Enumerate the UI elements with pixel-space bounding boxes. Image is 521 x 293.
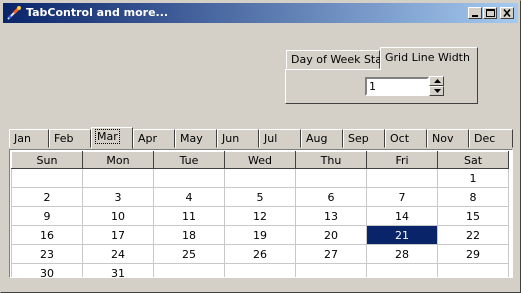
calendar-empty-cell[interactable] bbox=[295, 263, 367, 277]
tab-month-mar[interactable]: Mar bbox=[91, 127, 133, 149]
tab-month-feb[interactable]: Feb bbox=[49, 129, 91, 148]
title-bar[interactable]: TabControl and more... bbox=[3, 3, 518, 23]
day-of-week-header: Sun Mon Tue Wed Thu Fri Sat bbox=[11, 151, 509, 169]
calendar-week-row: 16 17 18 19 20 21 22 bbox=[11, 225, 509, 245]
month-tab-label: Apr bbox=[138, 132, 158, 145]
close-button[interactable] bbox=[500, 7, 514, 19]
month-tab-label: May bbox=[180, 132, 203, 145]
maximize-icon bbox=[486, 9, 495, 17]
calendar-day-cell[interactable]: 28 bbox=[366, 244, 438, 264]
tab-month-oct[interactable]: Oct bbox=[385, 129, 427, 148]
column-header-thu: Thu bbox=[295, 151, 367, 169]
calendar-day-cell[interactable]: 29 bbox=[437, 244, 509, 264]
month-tab-label: Jan bbox=[14, 132, 31, 145]
calendar-day-cell[interactable]: 30 bbox=[11, 263, 83, 277]
calendar-empty-cell[interactable] bbox=[11, 168, 83, 188]
arrow-down-icon bbox=[434, 89, 441, 93]
month-tab-label: Nov bbox=[432, 132, 454, 145]
column-header-sat: Sat bbox=[437, 151, 509, 169]
calendar-day-cell[interactable]: 1 bbox=[437, 168, 509, 188]
calendar-week-row: 30 31 bbox=[11, 263, 509, 277]
month-tab-label: Sep bbox=[348, 132, 369, 145]
minimize-button[interactable] bbox=[468, 7, 482, 19]
calendar-week-row: 1 bbox=[11, 168, 509, 188]
calendar-day-cell[interactable]: 19 bbox=[224, 225, 296, 245]
column-header-wed: Wed bbox=[224, 151, 296, 169]
calendar-day-cell[interactable]: 2 bbox=[11, 187, 83, 207]
month-tab-label: Oct bbox=[390, 132, 410, 145]
calendar-empty-cell[interactable] bbox=[153, 168, 225, 188]
month-tab-label: Feb bbox=[54, 132, 74, 145]
calendar-week-row: 23 24 25 26 27 28 29 bbox=[11, 244, 509, 264]
tab-month-nov[interactable]: Nov bbox=[427, 129, 469, 148]
app-window: TabControl and more... Day of Week Start… bbox=[0, 0, 521, 293]
calendar-empty-cell[interactable] bbox=[224, 168, 296, 188]
column-header-sun: Sun bbox=[11, 151, 83, 169]
calendar-week-row: 2345678 bbox=[11, 187, 509, 207]
calendar-day-cell[interactable]: 10 bbox=[82, 206, 154, 226]
tab-month-dec[interactable]: Dec bbox=[469, 129, 513, 148]
window-title: TabControl and more... bbox=[26, 6, 169, 19]
calendar-day-cell[interactable]: 22 bbox=[437, 225, 509, 245]
calendar-day-cell[interactable]: 24 bbox=[82, 244, 154, 264]
month-tab-label: Jun bbox=[222, 132, 240, 145]
calendar-day-cell[interactable]: 14 bbox=[366, 206, 438, 226]
calendar-day-cell[interactable]: 26 bbox=[224, 244, 296, 264]
tab-grid-line-width[interactable]: Grid Line Width bbox=[380, 47, 478, 70]
tab-month-may[interactable]: May bbox=[175, 129, 217, 148]
calendar-empty-cell[interactable] bbox=[437, 263, 509, 277]
close-icon bbox=[503, 8, 511, 18]
calendar-day-cell[interactable]: 16 bbox=[11, 225, 83, 245]
calendar-empty-cell[interactable] bbox=[224, 263, 296, 277]
calendar-day-cell[interactable]: 3 bbox=[82, 187, 154, 207]
app-icon bbox=[7, 6, 21, 20]
calendar-day-cell[interactable]: 17 bbox=[82, 225, 154, 245]
calendar-empty-cell[interactable] bbox=[366, 263, 438, 277]
calendar-day-cell[interactable]: 4 bbox=[153, 187, 225, 207]
tab-month-jan[interactable]: Jan bbox=[9, 129, 49, 148]
month-tab-label: Dec bbox=[474, 132, 496, 145]
calendar-grid: Sun Mon Tue Wed Thu Fri Sat 1 2 3 4 5 6 7 8 9 10 11 12 13 1… bbox=[9, 149, 513, 278]
tab-month-apr[interactable]: Apr bbox=[133, 129, 175, 148]
calendar-day-cell[interactable]: 8 bbox=[437, 187, 509, 207]
calendar-day-cell[interactable]: 13 bbox=[295, 206, 367, 226]
calendar-day-cell[interactable]: 23 bbox=[11, 244, 83, 264]
calendar-day-cell[interactable]: 7 bbox=[366, 187, 438, 207]
column-header-tue: Tue bbox=[153, 151, 225, 169]
column-header-fri: Fri bbox=[366, 151, 438, 169]
calendar-day-cell[interactable]: 25 bbox=[153, 244, 225, 264]
month-tab-label: Jul bbox=[264, 132, 278, 145]
calendar-day-cell[interactable]: 5 bbox=[224, 187, 296, 207]
calendar-day-cell[interactable]: 15 bbox=[437, 206, 509, 226]
arrow-up-icon bbox=[434, 79, 441, 83]
tab-month-aug[interactable]: Aug bbox=[301, 129, 343, 148]
tab-month-sep[interactable]: Sep bbox=[343, 129, 385, 148]
calendar-empty-cell[interactable] bbox=[153, 263, 225, 277]
calendar-empty-cell[interactable] bbox=[82, 168, 154, 188]
spin-down-button[interactable] bbox=[429, 86, 444, 96]
minimize-icon bbox=[472, 15, 478, 17]
maximize-button[interactable] bbox=[483, 7, 497, 19]
tab-month-jul[interactable]: Jul bbox=[259, 129, 301, 148]
spin-up-button[interactable] bbox=[429, 76, 444, 86]
column-header-mon: Mon bbox=[82, 151, 154, 169]
tab-month-jun[interactable]: Jun bbox=[217, 129, 259, 148]
calendar-day-cell[interactable]: 21 bbox=[366, 225, 438, 245]
grid-line-width-input[interactable] bbox=[365, 77, 429, 96]
calendar-day-cell[interactable]: 12 bbox=[224, 206, 296, 226]
month-tab-label: Mar bbox=[95, 129, 120, 144]
calendar-day-cell[interactable]: 9 bbox=[11, 206, 83, 226]
calendar-day-cell[interactable]: 11 bbox=[153, 206, 225, 226]
calendar-empty-cell[interactable] bbox=[295, 168, 367, 188]
calendar-day-cell[interactable]: 27 bbox=[295, 244, 367, 264]
calendar-empty-cell[interactable] bbox=[366, 168, 438, 188]
calendar-week-row: 9 10 11 12 13 14 15 bbox=[11, 206, 509, 226]
calendar-day-cell[interactable]: 6 bbox=[295, 187, 367, 207]
calendar-day-cell[interactable]: 18 bbox=[153, 225, 225, 245]
tab-day-of-week-start[interactable]: Day of Week Start bbox=[286, 50, 391, 69]
calendar-day-cell[interactable]: 20 bbox=[295, 225, 367, 245]
calendar-day-cell[interactable]: 31 bbox=[82, 263, 154, 277]
month-tab-label: Aug bbox=[306, 132, 328, 145]
